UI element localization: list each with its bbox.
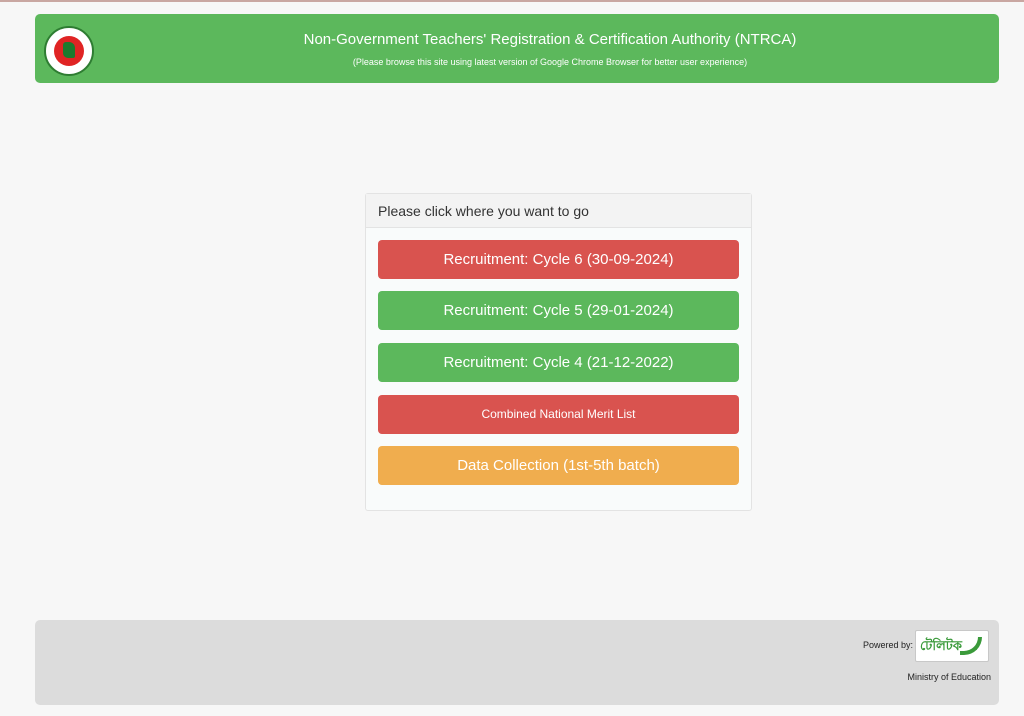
teletalk-logo[interactable]: টেলিটক xyxy=(915,630,989,662)
ministry-label: Ministry of Education xyxy=(907,672,991,682)
teletalk-swoosh-icon xyxy=(960,637,982,655)
browser-notice: (Please browse this site using latest ve… xyxy=(352,57,748,67)
combined-merit-list-button[interactable]: Combined National Merit List xyxy=(378,395,739,434)
navigation-panel: Please click where you want to go Recrui… xyxy=(365,193,752,511)
recruitment-cycle-4-button[interactable]: Recruitment: Cycle 4 (21-12-2022) xyxy=(378,343,739,382)
recruitment-cycle-5-button[interactable]: Recruitment: Cycle 5 (29-01-2024) xyxy=(378,291,739,330)
panel-heading: Please click where you want to go xyxy=(366,194,751,228)
powered-by-label: Powered by: xyxy=(862,640,913,650)
site-title: Non-Government Teachers' Registration & … xyxy=(303,31,797,48)
top-border-line xyxy=(0,0,1024,2)
recruitment-cycle-6-button[interactable]: Recruitment: Cycle 6 (30-09-2024) xyxy=(378,240,739,279)
teletalk-logo-text: টেলিটক xyxy=(920,638,962,653)
data-collection-button[interactable]: Data Collection (1st-5th batch) xyxy=(378,446,739,485)
site-header: Non-Government Teachers' Registration & … xyxy=(35,14,999,83)
site-footer: Powered by: টেলিটক Ministry of Education xyxy=(35,620,999,705)
